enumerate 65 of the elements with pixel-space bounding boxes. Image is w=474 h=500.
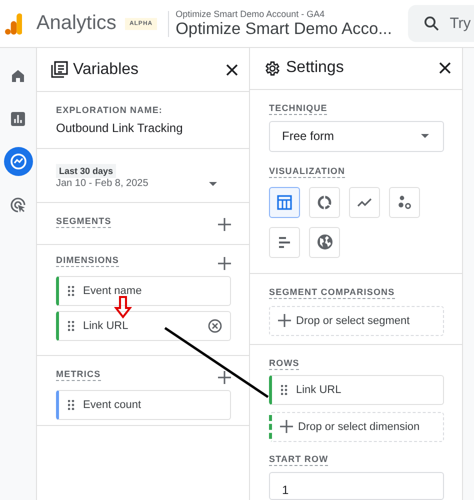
visualization-button[interactable] bbox=[309, 186, 340, 218]
close-icon[interactable] bbox=[439, 62, 451, 74]
add-icon[interactable] bbox=[218, 370, 231, 384]
date-range[interactable]: Jan 10 - Feb 8, 2025 bbox=[56, 178, 148, 189]
close-icon[interactable] bbox=[226, 64, 238, 76]
search-field[interactable]: Try bbox=[408, 5, 474, 42]
plus-icon[interactable] bbox=[280, 420, 293, 434]
search-placeholder: Try bbox=[450, 15, 471, 32]
dimension-chip[interactable]: Event name bbox=[56, 276, 231, 306]
bar-chart-icon[interactable] bbox=[11, 112, 25, 126]
exploration-name[interactable]: Outbound Link Tracking bbox=[56, 121, 231, 135]
variables-icon bbox=[51, 61, 68, 78]
chip-label: Link URL bbox=[83, 320, 130, 332]
section-label: VISUALIZATION bbox=[269, 166, 346, 178]
section-label: DIMENSIONS bbox=[56, 255, 120, 267]
section-label: EXPLORATION NAME: bbox=[56, 105, 163, 116]
section-label: SEGMENT COMPARISONS bbox=[269, 286, 395, 299]
panel-title: Variables bbox=[73, 60, 140, 78]
plus-icon[interactable] bbox=[278, 314, 291, 328]
start-row-field[interactable]: 1 bbox=[269, 472, 444, 500]
section-label: METRICS bbox=[56, 369, 101, 381]
panel-title: Settings bbox=[286, 59, 345, 78]
add-icon[interactable] bbox=[218, 256, 231, 270]
date-preset-label: Last 30 days bbox=[56, 164, 116, 178]
drag-handle-icon[interactable] bbox=[68, 321, 75, 331]
chip-label: Event count bbox=[83, 399, 142, 411]
visualization-button[interactable] bbox=[309, 226, 340, 258]
visualization-button[interactable] bbox=[349, 186, 380, 218]
remove-icon[interactable] bbox=[208, 319, 222, 333]
dimension-chip[interactable]: Event count bbox=[56, 390, 231, 420]
section-label: TECHNIQUE bbox=[269, 102, 328, 115]
drag-handle-icon[interactable] bbox=[68, 400, 75, 410]
analytics-logo-icon bbox=[5, 12, 22, 34]
table-icon bbox=[277, 194, 292, 210]
product-name: Analytics bbox=[36, 12, 116, 35]
row-dimension-chip[interactable]: Link URL bbox=[269, 374, 444, 405]
donut-chart-icon bbox=[317, 194, 332, 210]
drag-handle-icon[interactable] bbox=[68, 286, 75, 296]
home-icon[interactable] bbox=[11, 68, 25, 82]
dimension-chip[interactable]: Link URL bbox=[56, 311, 231, 341]
section-label: SEGMENTS bbox=[56, 216, 112, 228]
bar-chart-icon bbox=[278, 236, 291, 249]
globe-icon bbox=[316, 234, 332, 250]
section-label: ROWS bbox=[269, 358, 300, 370]
dropdown-caret-icon[interactable] bbox=[421, 134, 429, 138]
segment-drop-zone[interactable]: Drop or select segment bbox=[269, 306, 444, 336]
cursor-target-icon[interactable] bbox=[10, 196, 26, 212]
account-name[interactable]: Optimize Smart Demo Account - GA4 bbox=[176, 8, 408, 18]
drag-handle-icon[interactable] bbox=[281, 384, 288, 395]
chip-label: Event name bbox=[83, 285, 143, 297]
chip-label: Link URL bbox=[296, 384, 342, 396]
property-name[interactable]: Optimize Smart Demo Acco... bbox=[176, 20, 408, 38]
technique-dropdown[interactable]: Free form bbox=[269, 120, 444, 152]
annotation-arrow bbox=[114, 296, 132, 319]
visualization-button[interactable] bbox=[389, 186, 420, 218]
dimension-drop-zone[interactable]: Drop or select dimension bbox=[269, 412, 444, 442]
add-icon[interactable] bbox=[218, 218, 231, 230]
explore-icon[interactable] bbox=[10, 153, 26, 170]
section-label: START ROW bbox=[269, 454, 328, 466]
settings-icon bbox=[264, 60, 281, 77]
scatter-chart-icon bbox=[397, 194, 412, 210]
visualization-button[interactable] bbox=[269, 226, 300, 258]
search-icon bbox=[424, 16, 439, 31]
dropdown-caret-icon[interactable] bbox=[209, 182, 217, 186]
visualization-button[interactable] bbox=[269, 186, 300, 218]
